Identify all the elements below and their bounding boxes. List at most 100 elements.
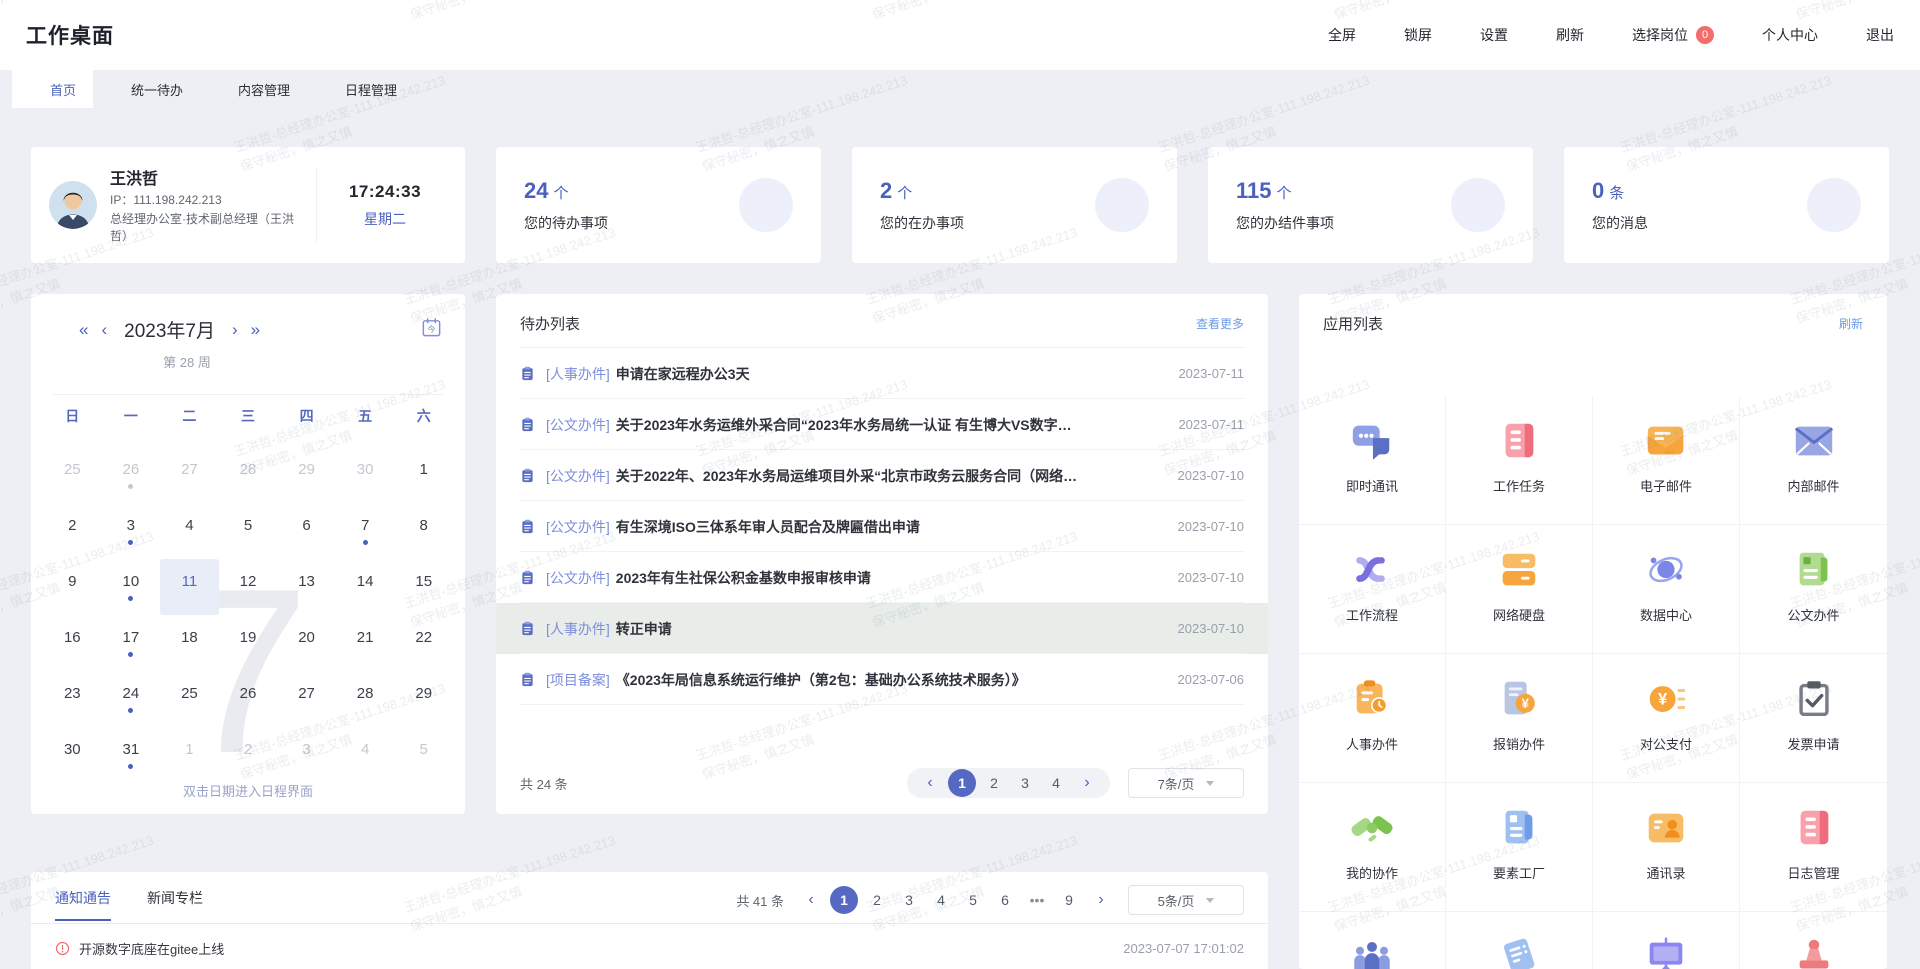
- calendar-day[interactable]: 20: [277, 615, 336, 671]
- page-button[interactable]: 2: [981, 770, 1007, 796]
- app-item-board[interactable]: [1593, 912, 1740, 969]
- calendar-day[interactable]: 9: [43, 559, 102, 615]
- calendar-day[interactable]: 26: [219, 671, 278, 727]
- page-button[interactable]: 3: [1012, 770, 1038, 796]
- calendar-day[interactable]: 25: [160, 671, 219, 727]
- calendar-day[interactable]: 8: [394, 503, 453, 559]
- page-button[interactable]: 6: [992, 887, 1018, 913]
- todo-row[interactable]: [人事办件]转正申请2023-07-10: [496, 603, 1268, 654]
- tab-schedule-mgmt[interactable]: 日程管理: [307, 70, 414, 108]
- calendar-day[interactable]: 4: [336, 727, 395, 783]
- app-item-reimburse[interactable]: ¥报销办件: [1446, 654, 1593, 783]
- calendar-day[interactable]: 12: [219, 559, 278, 615]
- calendar-day[interactable]: 30: [43, 727, 102, 783]
- page-button[interactable]: 4: [1043, 770, 1069, 796]
- todo-row[interactable]: [公文办件]2023年有生社保公积金基数申报审核申请2023-07-10: [496, 552, 1268, 603]
- calendar-day[interactable]: 27: [160, 447, 219, 503]
- today-icon[interactable]: 今: [420, 316, 443, 339]
- page-button[interactable]: 5: [960, 887, 986, 913]
- calendar-day[interactable]: 15: [394, 559, 453, 615]
- prev-page-button[interactable]: ‹: [798, 887, 824, 913]
- page-button[interactable]: 1: [830, 886, 858, 914]
- tab-unified-todo[interactable]: 统一待办: [93, 70, 200, 108]
- app-item-people[interactable]: [1299, 912, 1446, 969]
- page-button[interactable]: 9: [1056, 887, 1082, 913]
- header-action-select-post[interactable]: 选择岗位0: [1611, 25, 1714, 45]
- calendar-day[interactable]: 19: [219, 615, 278, 671]
- calendar-day[interactable]: 10: [102, 559, 161, 615]
- header-action-lock-screen[interactable]: 锁屏: [1383, 25, 1432, 45]
- stat-card-1[interactable]: 2个您的在办事项: [852, 147, 1177, 263]
- todo-row[interactable]: [公文办件]关于2023年水务运维外采合同“2023年水务局统一认证 有生博大V…: [496, 399, 1268, 450]
- header-action-refresh[interactable]: 刷新: [1535, 25, 1584, 45]
- notice-tab-news[interactable]: 新闻专栏: [147, 888, 203, 921]
- header-action-fullscreen[interactable]: 全屏: [1307, 25, 1356, 45]
- next-year-button[interactable]: »: [251, 321, 260, 338]
- calendar-day[interactable]: 26: [102, 447, 161, 503]
- calendar-day[interactable]: 14: [336, 559, 395, 615]
- prev-page-button[interactable]: ‹: [917, 770, 943, 796]
- app-item-factory[interactable]: 要素工厂: [1446, 783, 1593, 912]
- calendar-day[interactable]: 2: [219, 727, 278, 783]
- app-item-invoice[interactable]: 发票申请: [1740, 654, 1887, 783]
- calendar-day[interactable]: 18: [160, 615, 219, 671]
- calendar-day[interactable]: 29: [277, 447, 336, 503]
- calendar-day[interactable]: 4: [160, 503, 219, 559]
- calendar-day[interactable]: 3: [277, 727, 336, 783]
- todo-row[interactable]: [公文办件]关于2022年、2023年水务局运维项目外采“北京市政务云服务合同（…: [496, 450, 1268, 501]
- calendar-day[interactable]: 1: [160, 727, 219, 783]
- calendar-day[interactable]: 7: [336, 503, 395, 559]
- calendar-day[interactable]: 16: [43, 615, 102, 671]
- app-item-survey[interactable]: [1446, 912, 1593, 969]
- calendar-day[interactable]: 21: [336, 615, 395, 671]
- prev-year-button[interactable]: «: [79, 321, 88, 338]
- app-item-workflow[interactable]: 工作流程: [1299, 525, 1446, 654]
- app-list-refresh-link[interactable]: 刷新: [1839, 315, 1863, 332]
- stat-card-2[interactable]: 115个您的办结件事项: [1208, 147, 1533, 263]
- calendar-day[interactable]: 5: [394, 727, 453, 783]
- next-page-button[interactable]: ›: [1074, 770, 1100, 796]
- notice-page-size-select[interactable]: 5条/页: [1128, 885, 1244, 915]
- calendar-day[interactable]: 24: [102, 671, 161, 727]
- app-item-payment[interactable]: ¥对公支付: [1593, 654, 1740, 783]
- stat-card-3[interactable]: 0条您的消息: [1564, 147, 1889, 263]
- tab-home[interactable]: 首页: [12, 70, 93, 108]
- app-item-internal-mail[interactable]: 内部邮件: [1740, 396, 1887, 525]
- app-item-official-doc[interactable]: 公文办件: [1740, 525, 1887, 654]
- app-item-stamp[interactable]: [1740, 912, 1887, 969]
- calendar-day[interactable]: 23: [43, 671, 102, 727]
- todo-row[interactable]: [公文办件]有生深境ISO三体系年审人员配合及牌匾借出申请2023-07-10: [496, 501, 1268, 552]
- calendar-day[interactable]: 11: [160, 559, 219, 615]
- app-item-contacts[interactable]: 通讯录: [1593, 783, 1740, 912]
- page-button[interactable]: 2: [864, 887, 890, 913]
- header-action-profile[interactable]: 个人中心: [1741, 25, 1818, 45]
- view-more-link[interactable]: 查看更多: [1196, 315, 1244, 332]
- page-button[interactable]: 4: [928, 887, 954, 913]
- todo-row[interactable]: [人事办件]申请在家远程办公3天2023-07-11: [496, 348, 1268, 399]
- next-month-button[interactable]: ›: [232, 321, 238, 338]
- header-action-settings[interactable]: 设置: [1459, 25, 1508, 45]
- app-item-netdisk[interactable]: 网络硬盘: [1446, 525, 1593, 654]
- app-item-email[interactable]: 电子邮件: [1593, 396, 1740, 525]
- calendar-day[interactable]: 27: [277, 671, 336, 727]
- app-item-logs[interactable]: 日志管理: [1740, 783, 1887, 912]
- todo-row[interactable]: [项目备案]《2023年局信息系统运行维护（第2包：基础办公系统技术服务）》20…: [496, 654, 1268, 705]
- app-item-im[interactable]: 即时通讯: [1299, 396, 1446, 525]
- app-item-tasks[interactable]: 工作任务: [1446, 396, 1593, 525]
- calendar-day[interactable]: 25: [43, 447, 102, 503]
- tab-content-mgmt[interactable]: 内容管理: [200, 70, 307, 108]
- page-button[interactable]: 1: [948, 769, 976, 797]
- page-button[interactable]: 3: [896, 887, 922, 913]
- calendar-day[interactable]: 17: [102, 615, 161, 671]
- header-action-logout[interactable]: 退出: [1845, 25, 1894, 45]
- calendar-day[interactable]: 13: [277, 559, 336, 615]
- notice-tab-announcements[interactable]: 通知通告: [55, 888, 111, 921]
- calendar-day[interactable]: 28: [219, 447, 278, 503]
- calendar-day[interactable]: 6: [277, 503, 336, 559]
- app-item-hr[interactable]: 人事办件: [1299, 654, 1446, 783]
- todo-page-size-select[interactable]: 7条/页: [1128, 768, 1244, 798]
- next-page-button[interactable]: ›: [1088, 887, 1114, 913]
- calendar-day[interactable]: 1: [394, 447, 453, 503]
- notice-item[interactable]: 开源数字底座在gitee上线 2023-07-07 17:01:02: [31, 924, 1268, 969]
- calendar-day[interactable]: 5: [219, 503, 278, 559]
